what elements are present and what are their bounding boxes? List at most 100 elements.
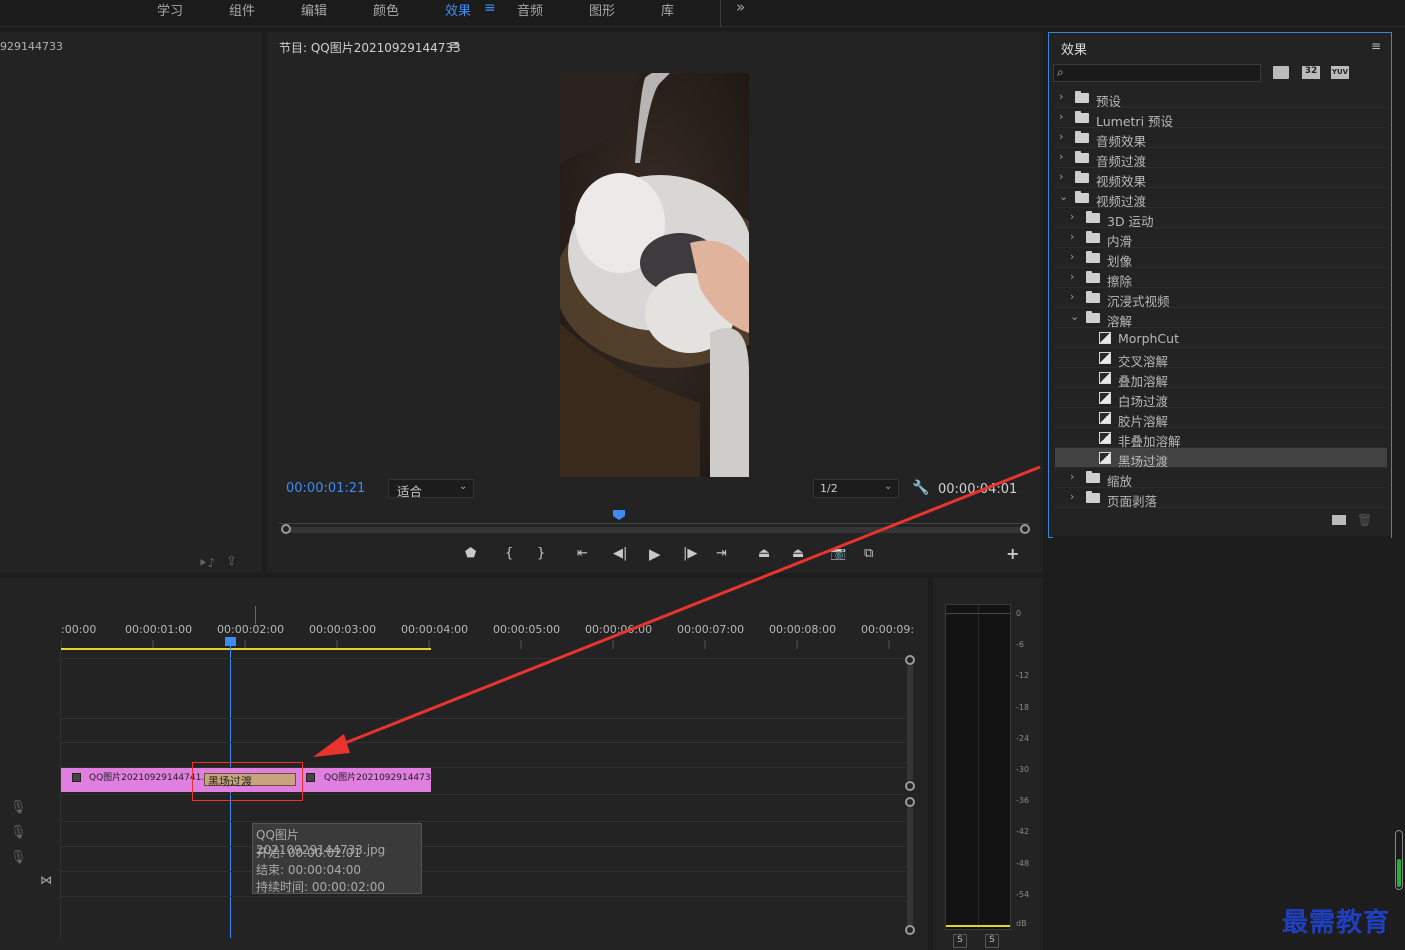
chevron-right-icon[interactable]: › xyxy=(1059,130,1063,143)
work-area-bar[interactable] xyxy=(61,648,431,650)
chevron-right-icon[interactable]: › xyxy=(1070,270,1074,283)
export-frame-icon[interactable]: ⇪ xyxy=(226,554,237,569)
tab-graphics[interactable]: 图形 xyxy=(589,0,615,19)
effects-tree-item[interactable]: 交叉溶解 xyxy=(1055,348,1387,369)
effects-tree-item[interactable]: › 沉浸式视频 xyxy=(1055,288,1387,309)
folder-icon xyxy=(1086,251,1100,263)
meter-channel-divider xyxy=(978,605,979,929)
effects-tree-item[interactable]: 非叠加溶解 xyxy=(1055,428,1387,449)
mic-icon[interactable]: 🎙 xyxy=(10,800,27,815)
add-marker-icon[interactable]: ⬟ xyxy=(465,546,476,561)
right-scrollbar[interactable] xyxy=(1395,830,1403,890)
tab-effects[interactable]: 效果 xyxy=(445,0,471,19)
effects-tree-item[interactable]: › 划像 xyxy=(1055,248,1387,269)
accelerated-effects-icon[interactable] xyxy=(1273,66,1289,79)
step-forward-icon[interactable]: |▶ xyxy=(683,546,697,561)
tab-color[interactable]: 颜色 xyxy=(373,0,399,19)
folder-icon xyxy=(1086,231,1100,243)
effects-tree-item[interactable]: › 预设 xyxy=(1055,88,1387,109)
program-ruler[interactable] xyxy=(279,512,1029,524)
export-frame-icon[interactable]: 📷 xyxy=(830,546,846,561)
scroll-handle[interactable] xyxy=(905,925,915,935)
workspace-overflow-icon[interactable]: » xyxy=(736,0,745,16)
tab-libraries[interactable]: 库 xyxy=(661,0,674,19)
effects-tree-item[interactable]: › 视频效果 xyxy=(1055,168,1387,189)
mic-icon[interactable]: 🎙 xyxy=(10,825,27,840)
effects-search-input[interactable]: ⌕ xyxy=(1053,64,1261,82)
zoom-handle-right[interactable] xyxy=(1020,524,1030,534)
solo-button-right[interactable]: S xyxy=(985,934,999,948)
track-divider xyxy=(61,794,906,795)
chevron-right-icon[interactable]: › xyxy=(1070,210,1074,223)
chevron-right-icon[interactable]: › xyxy=(1070,490,1074,503)
tab-assembly[interactable]: 组件 xyxy=(229,0,255,19)
audio-meter xyxy=(945,604,1011,930)
lift-icon[interactable]: ⏏ xyxy=(758,546,770,561)
mic-icon[interactable]: 🎙 xyxy=(10,850,27,865)
fit-dropdown[interactable]: 适合 ⌄ xyxy=(388,479,474,499)
meter-unit: dB xyxy=(1016,919,1027,928)
comparison-view-icon[interactable]: ⧉ xyxy=(864,546,873,561)
scroll-handle[interactable] xyxy=(905,797,915,807)
delete-icon[interactable]: 🗑 xyxy=(1357,513,1372,527)
chevron-right-icon[interactable]: › xyxy=(1059,150,1063,163)
effects-menu-icon[interactable]: ≡ xyxy=(1371,39,1381,53)
effects-tree-item[interactable]: › 音频过渡 xyxy=(1055,148,1387,169)
folder-icon xyxy=(1075,151,1089,163)
solo-button-left[interactable]: S xyxy=(953,934,967,948)
extract-icon[interactable]: ⏏ xyxy=(792,546,804,561)
chevron-right-icon[interactable]: › xyxy=(1070,250,1074,263)
effects-tree-item[interactable]: 胶片溶解 xyxy=(1055,408,1387,429)
tab-editing[interactable]: 编辑 xyxy=(301,0,327,19)
resolution-dropdown[interactable]: 1/2 ⌄ xyxy=(813,479,899,498)
mark-in-icon[interactable]: { xyxy=(505,546,513,561)
effects-tree-item[interactable]: 叠加溶解 xyxy=(1055,368,1387,389)
chevron-right-icon[interactable]: › xyxy=(1059,90,1063,103)
32bit-effects-icon[interactable]: 32 xyxy=(1302,66,1320,79)
effects-tree-item[interactable]: › 3D 运动 xyxy=(1055,208,1387,229)
yuv-effects-icon[interactable]: YUV xyxy=(1331,66,1349,79)
zoom-handle-left[interactable] xyxy=(281,524,291,534)
wrench-icon[interactable]: 🔧 xyxy=(912,480,929,496)
play-icon[interactable]: ▶ xyxy=(649,545,661,563)
insert-icon[interactable]: ⯈♪ xyxy=(198,556,215,571)
chevron-right-icon[interactable]: › xyxy=(1070,230,1074,243)
add-button-icon[interactable]: + xyxy=(1006,544,1019,563)
audio-scrollbar[interactable] xyxy=(907,807,913,925)
chevron-right-icon[interactable]: › xyxy=(1059,110,1063,123)
step-back-icon[interactable]: ◀| xyxy=(613,546,627,561)
effects-tree-item[interactable]: ⌄ 溶解 xyxy=(1055,308,1387,329)
chevron-right-icon[interactable]: › xyxy=(1059,170,1063,183)
meter-tick: -24 xyxy=(1016,734,1030,743)
scroll-handle[interactable] xyxy=(905,655,915,665)
effects-tree-item[interactable]: › 擦除 xyxy=(1055,268,1387,289)
effects-tree-item[interactable]: MorphCut xyxy=(1055,328,1387,348)
effects-tree-item[interactable]: › 页面剥落 xyxy=(1055,488,1387,509)
scroll-handle[interactable] xyxy=(905,781,915,791)
chevron-down-icon[interactable]: ⌄ xyxy=(1059,190,1068,203)
chevron-right-icon[interactable]: › xyxy=(1070,470,1074,483)
video-scrollbar[interactable] xyxy=(907,665,913,780)
tab-effects-menu-icon[interactable]: ≡ xyxy=(484,0,496,16)
program-zoom-bar[interactable] xyxy=(285,527,1025,533)
effects-tree-item[interactable]: › 音频效果 xyxy=(1055,128,1387,149)
effects-tree-item[interactable]: 白场过渡 xyxy=(1055,388,1387,409)
mark-out-icon[interactable]: } xyxy=(537,546,545,561)
new-bin-icon[interactable] xyxy=(1332,515,1346,525)
effects-tree-item[interactable]: › 缩放 xyxy=(1055,468,1387,489)
go-to-out-icon[interactable]: ⇥ xyxy=(716,546,727,561)
program-menu-icon[interactable]: ≡ xyxy=(449,38,460,53)
effects-tree-item[interactable]: 黑场过渡 xyxy=(1055,448,1387,469)
chevron-right-icon[interactable]: › xyxy=(1070,290,1074,303)
tab-learn[interactable]: 学习 xyxy=(157,0,183,19)
mix-track-icon[interactable]: ⋈ xyxy=(40,873,52,887)
effects-tree-item[interactable]: › 内滑 xyxy=(1055,228,1387,249)
tab-audio[interactable]: 音频 xyxy=(517,0,543,19)
go-to-in-icon[interactable]: ⇤ xyxy=(577,546,588,561)
effects-tree-item[interactable]: ⌄ 视频过渡 xyxy=(1055,188,1387,209)
right-panel-area xyxy=(1053,536,1391,950)
effects-tree-item[interactable]: › Lumetri 预设 xyxy=(1055,108,1387,129)
right-scrollbar-thumb[interactable] xyxy=(1397,859,1401,887)
current-timecode[interactable]: 00:00:01:21 xyxy=(286,481,365,496)
chevron-down-icon[interactable]: ⌄ xyxy=(1070,310,1079,323)
